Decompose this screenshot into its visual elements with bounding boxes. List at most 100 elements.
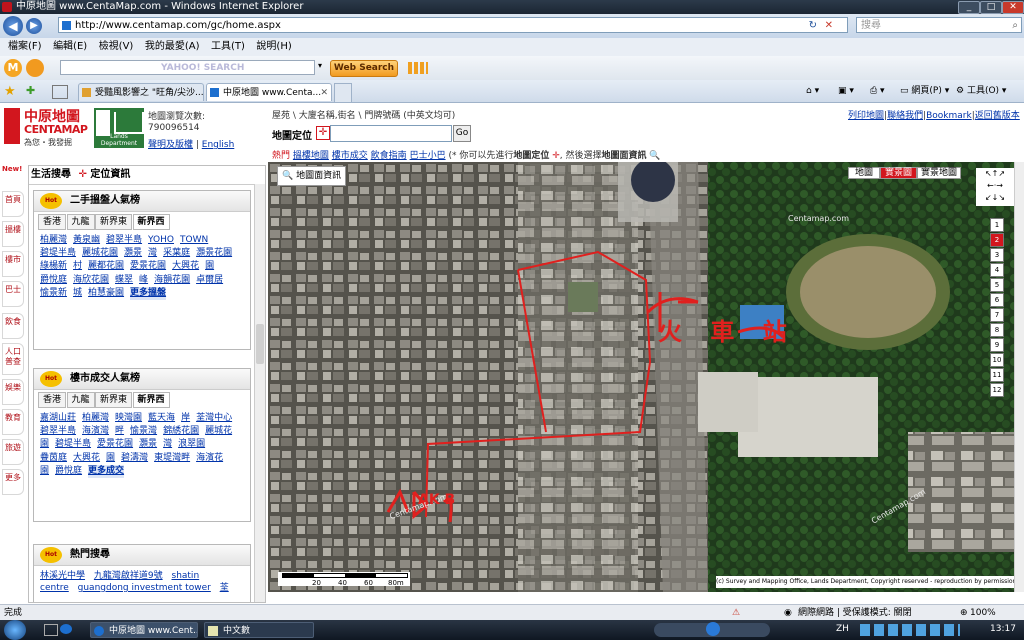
list-item[interactable]: 東堤灣畔 [154, 452, 190, 465]
zoom-level-10[interactable]: 10 [990, 353, 1004, 367]
add-favorite-icon[interactable]: ✚ [26, 84, 35, 97]
list-item[interactable]: 園 [106, 452, 115, 465]
list-item[interactable]: 畔 [115, 425, 124, 438]
ie-quicklaunch-icon[interactable] [60, 624, 72, 634]
list-item[interactable]: 映灣園 [115, 412, 142, 425]
list-item[interactable]: 麗都花園 [88, 260, 124, 273]
locate-target-icon[interactable]: ✛ [316, 126, 330, 140]
zoom-level-12[interactable]: 12 [990, 383, 1004, 397]
yahoo-menu-icon[interactable] [26, 59, 44, 77]
list-item[interactable]: 園 [40, 438, 49, 451]
mode-hybrid[interactable]: 實景地圖 [917, 167, 962, 179]
hot-link-transactions[interactable]: 樓市成交 [332, 151, 368, 161]
print-icon[interactable]: ⎙ ▾ [870, 84, 885, 98]
list-item[interactable]: 愛景花園 [97, 438, 133, 451]
rail-property[interactable]: 搵樓 [2, 221, 24, 247]
go-button[interactable]: Go [453, 125, 471, 142]
zoom-level-11[interactable]: 11 [990, 368, 1004, 382]
rail-entertainment[interactable]: 娛樂 [2, 379, 24, 405]
back-button[interactable]: ◀ [3, 16, 23, 36]
box2-tab-hk[interactable]: 香港 [38, 392, 67, 408]
box2-tab-kln[interactable]: 九龍 [66, 392, 95, 408]
list-item[interactable]: 嘉湖山莊 [40, 412, 76, 425]
minimize-button[interactable]: _ [958, 1, 980, 14]
list-item[interactable]: 柏慧豪園 [88, 287, 124, 300]
map-info-button[interactable]: 🔍 地圖面資訊 [277, 166, 347, 186]
hot-search-item[interactable]: 荃 [220, 582, 229, 594]
zoom-level[interactable]: 100% [970, 605, 996, 621]
menu-tools[interactable]: 工具(T) [211, 38, 245, 56]
list-item[interactable]: 爵悅庭 [55, 465, 82, 478]
list-item[interactable]: 黃泉幽 [73, 234, 100, 247]
favorites-star-icon[interactable]: ★ [4, 84, 16, 99]
box1-tab-kln[interactable]: 九龍 [66, 214, 95, 230]
list-item[interactable]: 海濱灣 [82, 425, 109, 438]
forward-button[interactable]: ▶ [26, 18, 42, 34]
more-link[interactable]: 更多成交 [88, 464, 125, 479]
tab-news[interactable]: 受豔風影響之 "旺角/尖沙... [78, 83, 204, 101]
list-item[interactable]: 卓爾居 [196, 274, 223, 287]
list-item[interactable]: 岸 [181, 412, 190, 425]
zoom-level-8[interactable]: 8 [990, 323, 1004, 337]
yahoo-search-input[interactable]: YAHOO! SEARCH [60, 60, 315, 75]
hot-link-property-map[interactable]: 搵樓地圖 [293, 151, 329, 161]
panel-scrollbar[interactable] [254, 184, 265, 602]
hot-search-item[interactable]: guangdong investment tower [78, 582, 211, 594]
list-item[interactable]: 爵悅庭 [40, 274, 67, 287]
address-input[interactable]: http://www.centamap.com/gc/home.aspx ↻ ✕ [58, 17, 848, 33]
list-item[interactable]: 柏麗灣 [82, 412, 109, 425]
print-map-link[interactable]: 列印地圖 [848, 111, 884, 121]
list-item[interactable]: 大興花 [172, 260, 199, 273]
list-item[interactable]: 峰 [139, 274, 148, 287]
list-item[interactable]: 海濱花 [196, 452, 223, 465]
show-desktop-icon[interactable] [44, 624, 58, 636]
chevron-down-icon[interactable]: ▾ [318, 61, 322, 70]
list-item[interactable]: TOWN [180, 234, 208, 247]
list-item[interactable]: 碧翠半島 [40, 425, 76, 438]
browser-search-input[interactable]: 搜尋 ⌕ [856, 17, 1022, 33]
hot-search-item[interactable]: 九龍灣啟祥道9號 [94, 570, 163, 582]
list-item[interactable]: 園 [205, 260, 214, 273]
menu-file[interactable]: 檔案(F) [8, 38, 42, 56]
list-item[interactable]: 采葉庭 [163, 247, 190, 260]
panel-title-locate[interactable]: 定位資訊 [90, 169, 130, 180]
list-item[interactable]: 碧濤灣 [121, 452, 148, 465]
list-item[interactable]: 麗城花園 [82, 247, 118, 260]
centamap-logo[interactable]: 中原地圖 CENTAMAP 為您・我發掘 [4, 106, 88, 148]
list-item[interactable]: 綠楊新 [40, 260, 67, 273]
menu-help[interactable]: 說明(H) [256, 38, 291, 56]
list-item[interactable]: 碧堤半島 [40, 247, 76, 260]
box1-tab-hk[interactable]: 香港 [38, 214, 67, 230]
contact-link[interactable]: 聯絡我們 [887, 111, 923, 121]
rail-more[interactable]: 更多 [2, 469, 24, 495]
rail-travel[interactable]: 旅遊 [2, 439, 24, 465]
box2-tab-ntw[interactable]: 新界西 [132, 392, 170, 408]
start-button[interactable] [4, 620, 26, 640]
list-item[interactable]: 園 [40, 465, 49, 478]
close-window-button[interactable]: ✕ [1002, 1, 1024, 14]
old-version-link[interactable]: 返回舊版本 [975, 111, 1020, 121]
list-item[interactable]: 蝶翠 [115, 274, 133, 287]
new-tab-button[interactable] [334, 83, 352, 102]
close-tab-icon[interactable]: ✕ [320, 84, 328, 101]
list-item[interactable]: 愉景灣 [130, 425, 157, 438]
zoom-level-9[interactable]: 9 [990, 338, 1004, 352]
yahoo-messenger-icon[interactable]: M [4, 59, 22, 77]
panel-scroll-thumb[interactable] [256, 324, 264, 364]
hot-link-dining[interactable]: 飲食指南 [371, 151, 407, 161]
list-item[interactable]: 疊茵庭 [40, 452, 67, 465]
disclaimer-link[interactable]: 聲明及版權 [148, 140, 193, 150]
mode-map[interactable]: 地圖 [848, 167, 881, 179]
zoom-level-7[interactable]: 7 [990, 308, 1004, 322]
list-item[interactable]: 大興花 [73, 452, 100, 465]
list-item[interactable]: 麗城花 [205, 425, 232, 438]
mode-satellite[interactable]: 實景圖 [880, 167, 918, 179]
list-item[interactable]: 荃灣中心 [196, 412, 232, 425]
hot-search-item[interactable]: shatin [172, 570, 200, 582]
hot-search-item[interactable]: 林溪光中學 [40, 570, 85, 582]
web-search-button[interactable]: Web Search [330, 60, 398, 77]
system-tray-icons[interactable] [860, 624, 960, 636]
search-icon[interactable]: ⌕ [1012, 18, 1018, 34]
panel-title-life[interactable]: 生活搜尋 [31, 169, 71, 180]
list-item[interactable]: 灝景 [124, 247, 142, 260]
